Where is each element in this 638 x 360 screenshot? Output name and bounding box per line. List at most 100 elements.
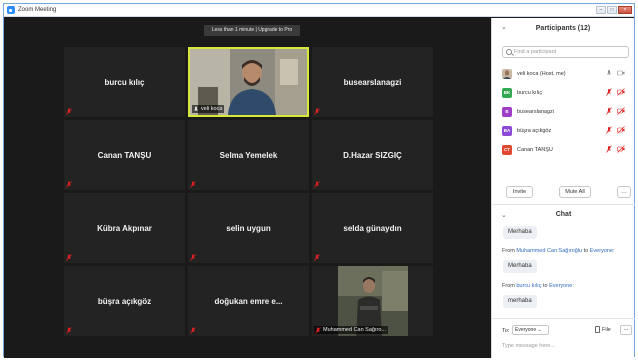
participant-name: Kübra Akpınar [97,223,152,233]
chat-message: merhaba [503,295,537,308]
video-gallery: Less than 1 minute | Upgrade to Pro burc… [4,18,491,358]
participant-name: burcu kılıç [104,77,145,87]
video-off-icon[interactable] [617,88,625,96]
chat-title: Chat [555,211,572,218]
avatar: CT [502,144,512,155]
participant-name: busearslanagzi [343,77,402,87]
video-tile[interactable]: D.Hazar SIZGIÇ [312,120,433,190]
participant-name: Canan TANŞU [97,150,152,160]
video-tile[interactable]: büşra açıkgöz [64,266,185,336]
muted-mic-icon[interactable] [605,88,613,96]
avatar [502,68,512,79]
muted-mic-icon [314,108,320,115]
video-tile[interactable]: selda günaydın [312,193,433,263]
invite-button[interactable]: Invite [506,186,533,198]
recipient-select[interactable]: Everyone ⌄ [512,325,549,335]
muted-mic-icon[interactable] [605,107,613,115]
mute-all-button[interactable]: Mute All [559,186,591,198]
participant-name: Muhammed Can Sağıro... [323,327,386,333]
participants-header: ⌄ Participants (12) [492,18,634,38]
participant-row[interactable]: CT Canan TANŞU [502,140,629,159]
participant-name: büşra açıkgöz [97,296,152,306]
window-title: Zoom Meeting [18,7,57,13]
participant-row[interactable]: BK burcu kılıç [502,83,629,102]
more-options-button[interactable]: ... [617,186,631,198]
participant-name: veli koca [201,106,223,112]
minimize-button[interactable]: – [596,6,606,14]
participant-name: selin uygun [226,223,271,233]
zoom-window: Zoom Meeting – □ × Less than 1 minute | … [3,3,635,358]
video-off-icon[interactable] [617,107,625,115]
chevron-down-icon[interactable]: ⌄ [501,23,507,31]
upgrade-banner[interactable]: Less than 1 minute | Upgrade to Pro [204,25,300,36]
video-tile[interactable]: Canan TANŞU [64,120,185,190]
video-tile[interactable]: selin uygun [188,193,309,263]
chat-message-sender: From burcu kılıç to Everyone: [502,283,574,289]
participant-status [605,69,625,77]
video-tile[interactable]: Selma Yemelek [188,120,309,190]
chat-message: Merhaba [503,226,537,239]
participant-name: doğukan emre e... [214,296,283,306]
participant-name: D.Hazar SIZGIÇ [343,150,402,160]
video-camera-icon[interactable] [617,69,625,77]
title-bar: Zoom Meeting – □ × [4,4,634,17]
to-label: To: [502,328,510,334]
video-off-icon[interactable] [617,126,625,134]
muted-mic-icon [66,108,72,115]
search-input[interactable] [514,49,624,55]
side-panel: ⌄ Participants (12) veli koca (Host, me) [491,18,635,358]
participant-name-label: veli koca [192,105,225,113]
participant-status [605,107,625,115]
participant-name: busearslanagzi [517,108,554,115]
participant-name: selda günaydın [343,223,402,233]
participant-search[interactable] [502,46,629,58]
participant-status [605,88,625,96]
file-icon [595,326,600,333]
participant-row[interactable]: BA büşra açıkgöz [502,121,629,140]
chat-message: Merhaba [503,260,537,273]
video-off-icon[interactable] [617,145,625,153]
participant-row[interactable]: veli koca (Host, me) [502,64,629,83]
participant-status [605,126,625,134]
muted-mic-icon [190,254,196,261]
gallery-grid: burcu kılıç veli koca busearslanagzi Can… [64,47,436,347]
muted-mic-icon [314,254,320,261]
avatar: BA [502,125,512,136]
participant-row[interactable]: B busearslanagzi [502,102,629,121]
muted-mic-icon[interactable] [605,145,613,153]
zoom-logo-icon [7,6,15,14]
muted-mic-icon [66,254,72,261]
participant-name: veli koca (Host, me) [517,70,566,77]
muted-mic-icon [190,327,196,334]
maximize-button[interactable]: □ [607,6,617,14]
video-tile-active-speaker[interactable]: veli koca [188,47,309,117]
file-button[interactable]: File [595,326,611,333]
muted-mic-icon [315,326,321,334]
participant-name: büşra açıkgöz [517,127,552,134]
chat-message-sender: From Muhammed Can Sağıroğlu to Everyone: [502,248,615,254]
video-tile[interactable]: Kübra Akpınar [64,193,185,263]
close-button[interactable]: × [618,6,632,14]
mic-icon[interactable] [605,69,613,77]
participant-name-label: Muhammed Can Sağıro... [314,326,388,334]
message-input[interactable] [502,341,627,351]
chevron-down-icon[interactable]: ⌄ [501,211,507,219]
muted-mic-icon[interactable] [605,126,613,134]
participant-name: Canan TANŞU [517,146,553,153]
participant-name: burcu kılıç [517,89,543,96]
video-tile[interactable]: burcu kılıç [64,47,185,117]
video-tile[interactable]: doğukan emre e... [188,266,309,336]
muted-mic-icon [66,327,72,334]
search-icon [506,49,512,55]
video-tile[interactable]: Muhammed Can Sağıro... [312,266,433,336]
window-controls: – □ × [596,6,632,14]
participant-actions: Invite Mute All ... [506,186,631,198]
muted-mic-icon [314,181,320,188]
muted-mic-icon [190,181,196,188]
mic-icon [193,106,199,111]
chat-more-button[interactable]: ... [620,325,632,335]
participant-status [605,145,625,153]
participant-list: veli koca (Host, me) BK burcu kılıç B bu… [502,64,629,178]
chat-compose: To: Everyone ⌄ File ... [492,318,635,358]
video-tile[interactable]: busearslanagzi [312,47,433,117]
